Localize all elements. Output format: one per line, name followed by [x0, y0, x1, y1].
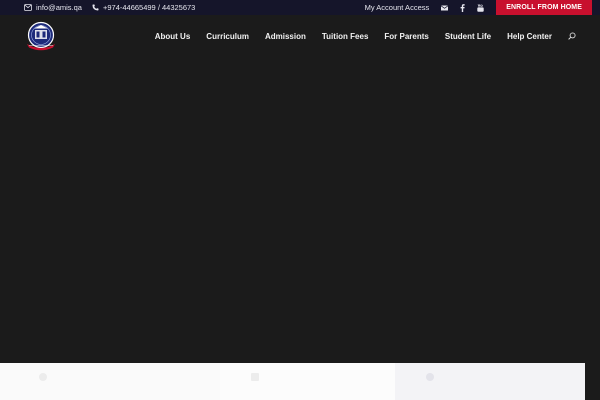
feature-card[interactable] [0, 363, 220, 400]
main-navigation: About Us Curriculum Admission Tuition Fe… [155, 15, 576, 57]
top-bar: info@amis.qa +974-44665499 / 44325673 My… [0, 0, 600, 15]
email-contact[interactable]: info@amis.qa [24, 3, 82, 12]
phone-text: +974-44665499 / 44325673 [102, 3, 196, 12]
main-header: About Us Curriculum Admission Tuition Fe… [0, 15, 600, 57]
social-links [441, 3, 484, 12]
phone-icon [92, 4, 99, 11]
mail-icon [441, 5, 449, 10]
my-account-link[interactable]: My Account Access [365, 3, 430, 12]
contact-info: info@amis.qa +974-44665499 / 44325673 [0, 3, 195, 12]
envelope-icon [24, 4, 32, 11]
phone-contact[interactable]: +974-44665499 / 44325673 [92, 3, 195, 12]
email-text: info@amis.qa [36, 3, 82, 12]
feature-icon [425, 369, 435, 381]
nav-for-parents[interactable]: For Parents [384, 32, 428, 41]
card-spacer [585, 363, 600, 400]
mail-social-link[interactable] [441, 4, 449, 11]
nav-tuition-fees[interactable]: Tuition Fees [322, 32, 369, 41]
feature-cards [0, 363, 600, 400]
search-button[interactable] [568, 32, 576, 40]
nav-about-us[interactable]: About Us [155, 32, 191, 41]
feature-card[interactable] [220, 363, 395, 400]
nav-admission[interactable]: Admission [265, 32, 306, 41]
facebook-icon [460, 3, 465, 12]
nav-help-center[interactable]: Help Center [507, 32, 552, 41]
facebook-link[interactable] [459, 3, 466, 12]
youtube-icon [477, 3, 484, 12]
feature-card[interactable] [395, 363, 585, 400]
school-logo[interactable] [24, 21, 58, 53]
enroll-from-home-button[interactable]: ENROLL FROM HOME [496, 0, 592, 15]
search-icon [568, 32, 576, 40]
nav-student-life[interactable]: Student Life [445, 32, 491, 41]
youtube-link[interactable] [477, 3, 484, 12]
feature-icon [38, 369, 48, 381]
school-crest-icon [27, 21, 55, 51]
feature-icon [250, 369, 260, 381]
nav-curriculum[interactable]: Curriculum [206, 32, 249, 41]
hero-banner [0, 57, 600, 363]
